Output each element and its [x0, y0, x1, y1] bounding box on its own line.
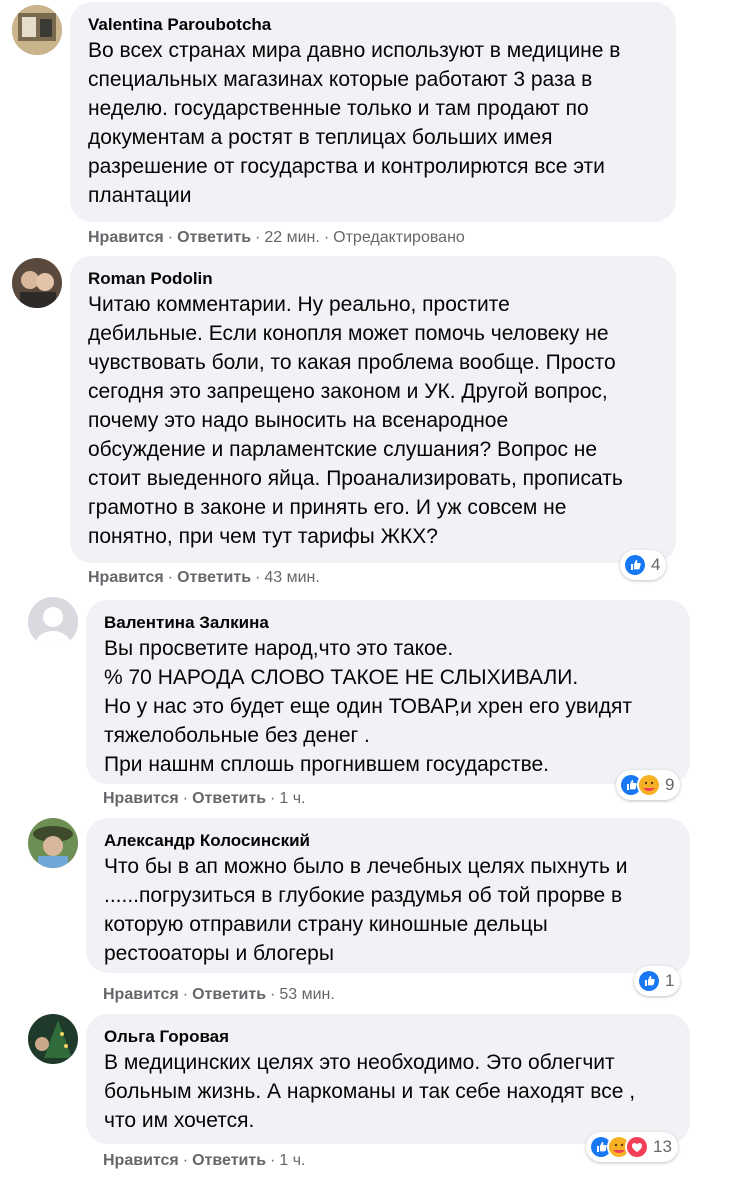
reply-link[interactable]: Ответить	[192, 986, 266, 1003]
avatar-photo	[28, 1014, 78, 1064]
reaction-summary[interactable]: 9	[616, 770, 681, 800]
comment-text: Читаю комментарии. Ну реально, простите …	[88, 293, 623, 548]
separator: ·	[182, 1152, 189, 1169]
reply-link[interactable]: Ответить	[177, 229, 251, 246]
comment-time[interactable]: 22 мин.	[264, 229, 319, 246]
comment-author[interactable]: Валентина Залкина	[104, 612, 672, 634]
like-link[interactable]: Нравится	[88, 229, 164, 246]
separator: ·	[323, 229, 330, 246]
separator: ·	[182, 790, 189, 807]
comment-bubble: Roman Podolin Читаю комментарии. Ну реал…	[70, 256, 676, 563]
comment-bubble: Александр Колосинский Что бы в ап можно …	[86, 818, 690, 973]
like-link[interactable]: Нравится	[88, 569, 164, 586]
like-link[interactable]: Нравится	[103, 1152, 179, 1169]
like-icon	[637, 969, 661, 993]
separator: ·	[270, 790, 276, 807]
comment-time[interactable]: 1 ч.	[279, 1152, 305, 1169]
reaction-summary[interactable]: 4	[620, 550, 667, 580]
separator: ·	[270, 1152, 276, 1169]
comment-author[interactable]: Valentina Paroubotcha	[88, 14, 658, 36]
separator: ·	[255, 229, 261, 246]
care-icon	[637, 773, 661, 797]
comment-time[interactable]: 1 ч.	[279, 790, 305, 807]
comment-actions: Нравится · Ответить · 22 мин. · Отредактирован…	[88, 229, 465, 247]
comment-author[interactable]: Александр Колосинский	[104, 830, 672, 852]
comment-time[interactable]: 53 мин.	[279, 986, 334, 1003]
separator: ·	[182, 986, 189, 1003]
comment-text: Вы просветите народ,что это такое. % 70 …	[104, 637, 632, 776]
separator: ·	[255, 569, 261, 586]
comment-actions: Нравится · Ответить · 43 мин.	[88, 569, 320, 587]
separator: ·	[167, 569, 174, 586]
avatar[interactable]	[28, 597, 78, 647]
reaction-summary[interactable]: 13	[586, 1132, 678, 1162]
avatar[interactable]	[12, 258, 62, 308]
comment-author[interactable]: Roman Podolin	[88, 268, 658, 290]
like-icon	[623, 553, 647, 577]
comment-time[interactable]: 43 мин.	[264, 569, 319, 586]
comment-bubble: Валентина Залкина Вы просветите народ,чт…	[86, 600, 690, 784]
avatar-photo	[28, 818, 78, 868]
avatar[interactable]	[28, 818, 78, 868]
separator: ·	[270, 986, 276, 1003]
reply-link[interactable]: Ответить	[177, 569, 251, 586]
comment-text: Во всех странах мира давно используют в …	[88, 39, 621, 207]
avatar[interactable]	[12, 5, 62, 55]
reaction-count: 4	[651, 555, 661, 574]
reaction-summary[interactable]: 1	[634, 966, 681, 996]
comment-actions: Нравится · Ответить · 1 ч.	[103, 1152, 305, 1170]
avatar[interactable]	[28, 1014, 78, 1064]
avatar-photo	[12, 258, 62, 308]
default-avatar-icon	[28, 597, 78, 647]
like-link[interactable]: Нравится	[103, 790, 179, 807]
comment-actions: Нравится · Ответить · 1 ч.	[103, 790, 305, 808]
reaction-count: 9	[665, 775, 675, 794]
comment-author[interactable]: Ольга Горовая	[104, 1026, 672, 1048]
reply-link[interactable]: Ответить	[192, 790, 266, 807]
comment-actions: Нравится · Ответить · 53 мин.	[103, 986, 335, 1004]
like-link[interactable]: Нравится	[103, 986, 179, 1003]
avatar-photo	[12, 5, 62, 55]
reply-link[interactable]: Ответить	[192, 1152, 266, 1169]
comment-bubble: Valentina Paroubotcha Во всех странах ми…	[70, 2, 676, 222]
reaction-count: 13	[653, 1137, 672, 1156]
comment-text: Что бы в ап можно было в лечебных целях …	[104, 855, 628, 965]
comment-bubble: Ольга Горовая В медицинских целях это не…	[86, 1014, 690, 1144]
love-icon	[625, 1135, 649, 1159]
separator: ·	[167, 229, 174, 246]
reaction-count: 1	[665, 971, 675, 990]
comment-text: В медицинских целях это необходимо. Это …	[104, 1051, 636, 1132]
edited-label: Отредактировано	[333, 229, 465, 246]
